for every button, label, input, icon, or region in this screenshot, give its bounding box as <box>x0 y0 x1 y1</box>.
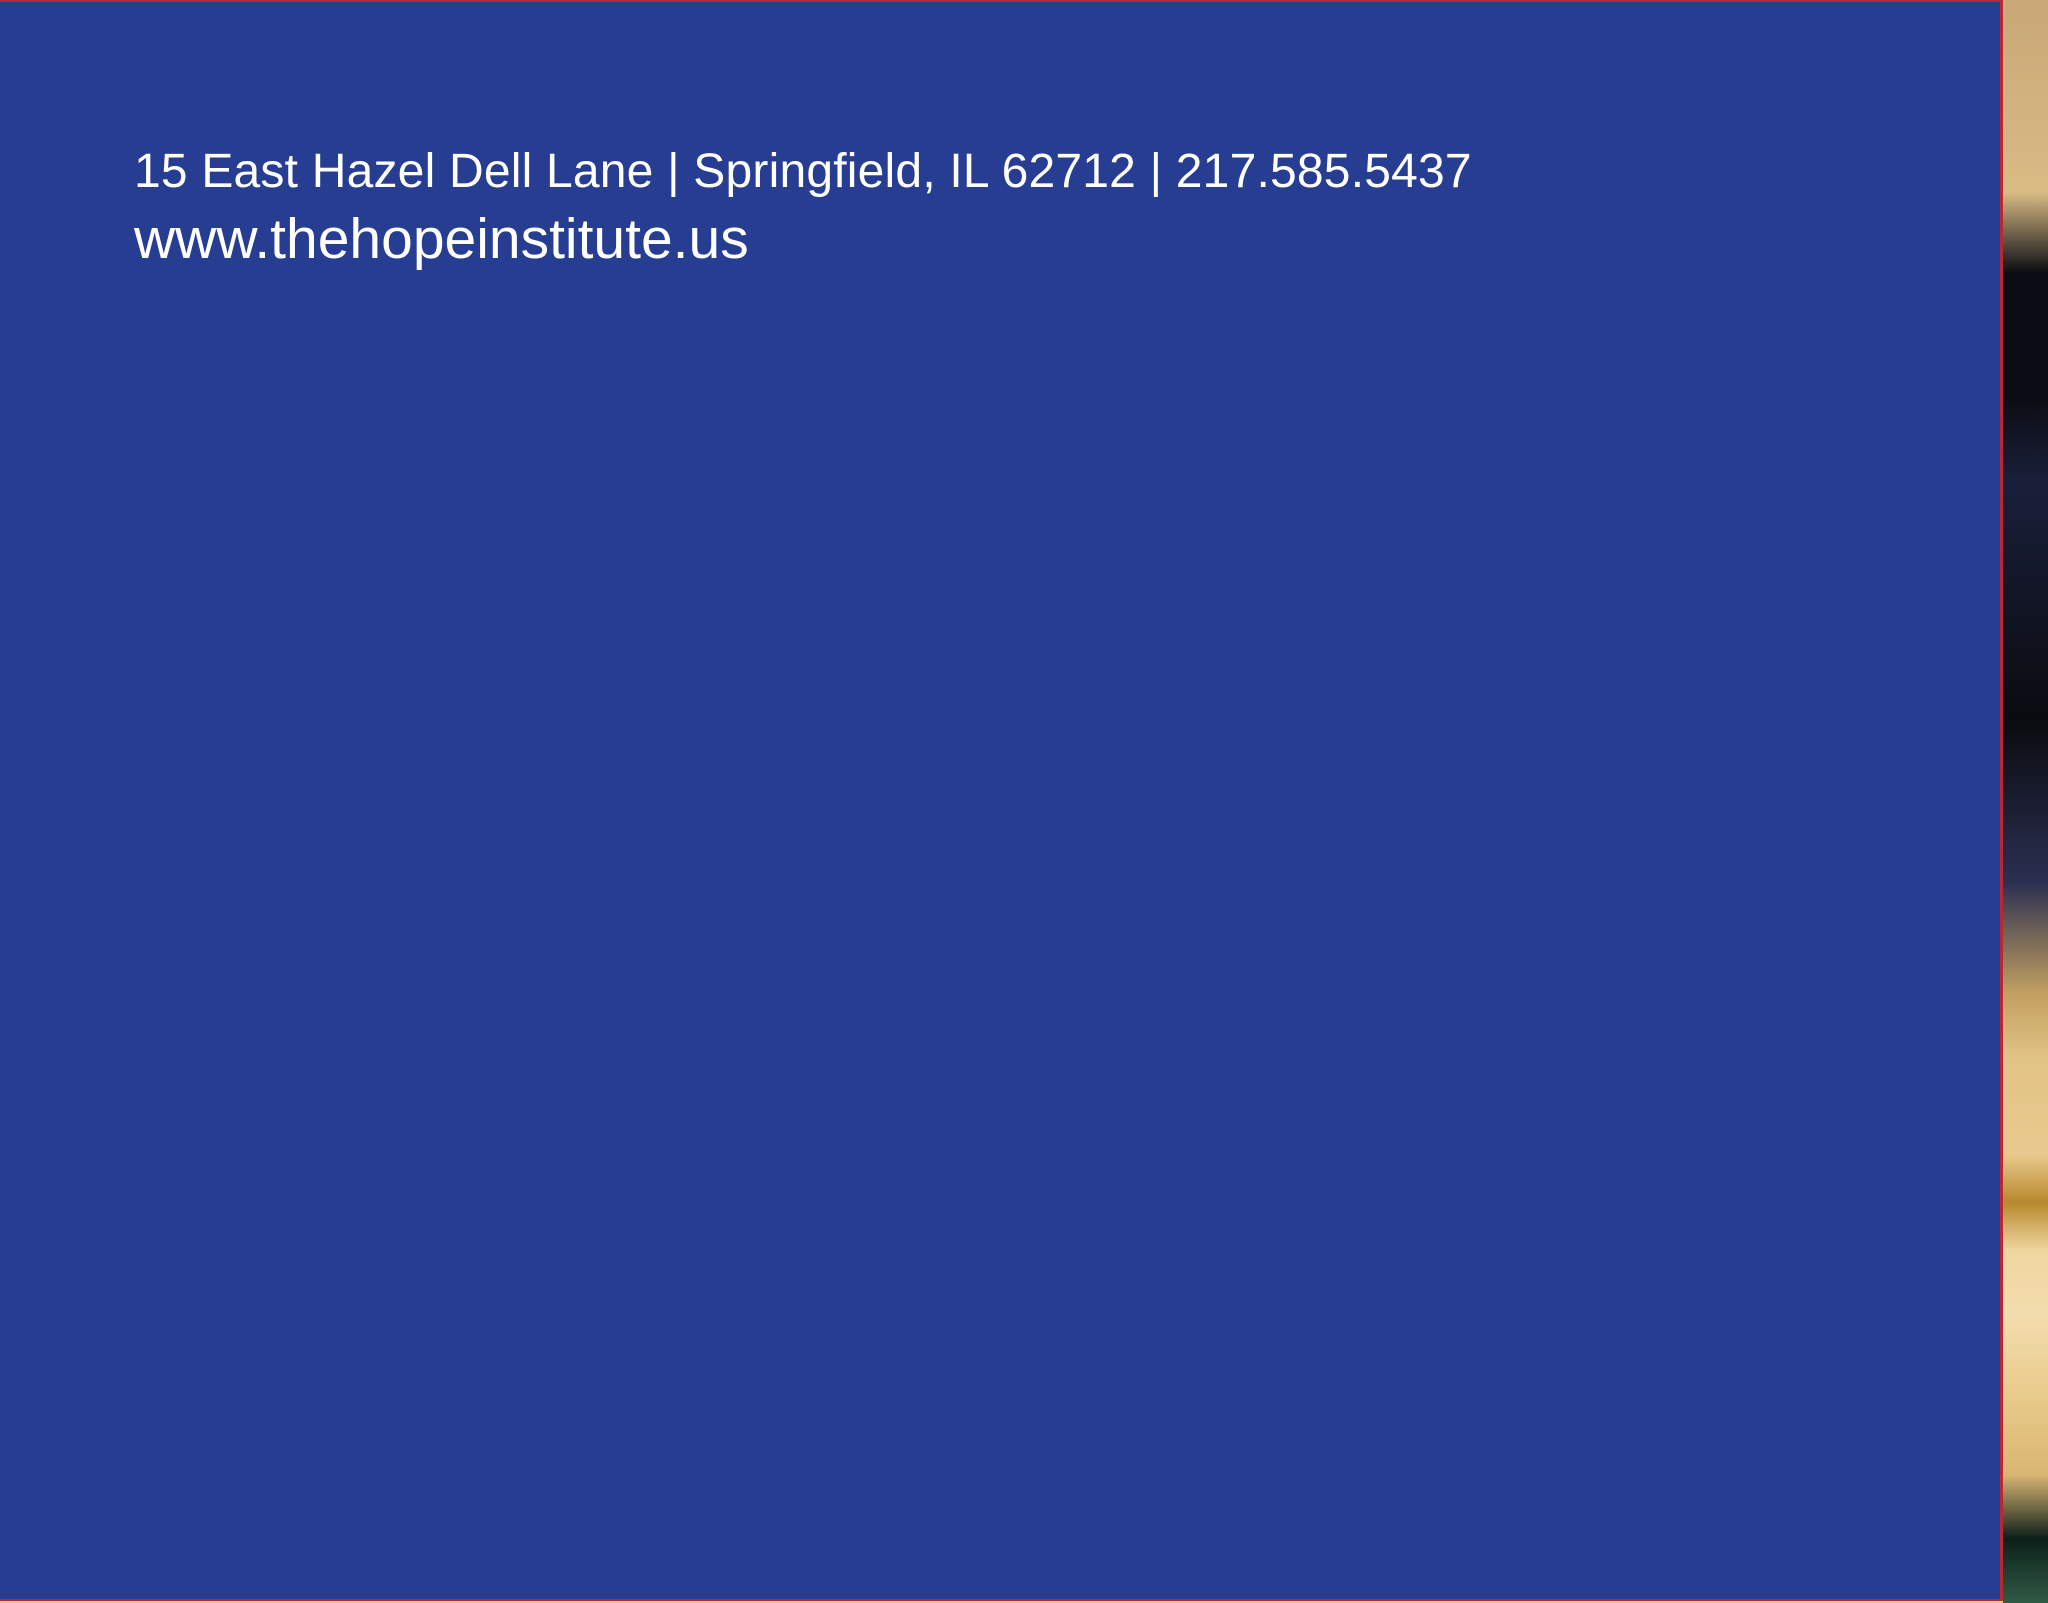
website-link[interactable]: www.thehopeinstitute.us <box>134 204 1472 274</box>
blue-background-panel: 15 East Hazel Dell Lane | Springfield, I… <box>0 0 2003 1601</box>
document-page: 15 East Hazel Dell Lane | Springfield, I… <box>0 0 2048 1603</box>
contact-block: 15 East Hazel Dell Lane | Springfield, I… <box>134 140 1472 274</box>
address-line: 15 East Hazel Dell Lane | Springfield, I… <box>134 145 1472 198</box>
photo-edge-image <box>2003 0 2048 1603</box>
